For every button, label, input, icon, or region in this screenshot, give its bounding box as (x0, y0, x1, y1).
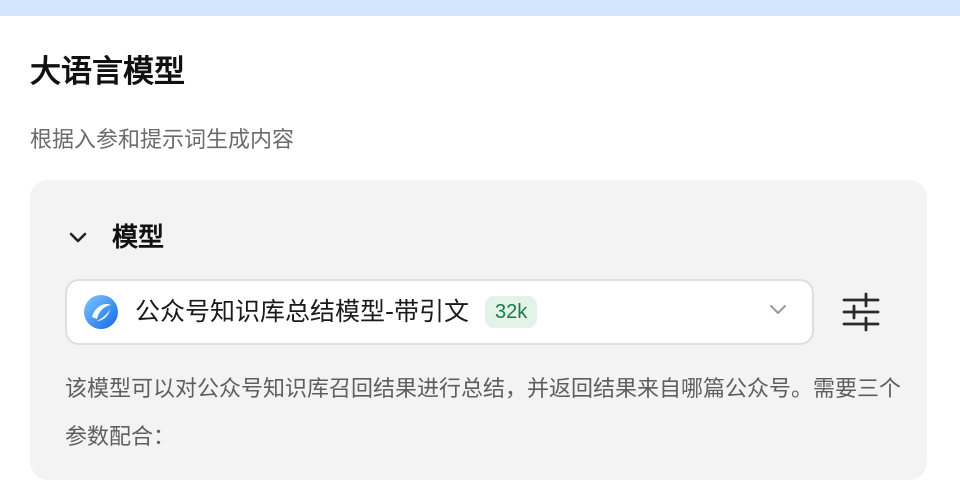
model-description: 该模型可以对公众号知识库召回结果进行总结，并返回结果来自哪篇公众号。需要三个参数… (65, 377, 902, 450)
page-title: 大语言模型 (30, 54, 185, 90)
model-select[interactable]: 公众号知识库总结模型-带引文 32k (65, 279, 814, 345)
model-logo-icon (84, 295, 118, 329)
page-subtitle: 根据入参和提示词生成内容 (30, 128, 295, 153)
model-section-panel: 模型 公众号知识库总结模型-带引文 32k 该模型可以对公众号知识库召回结果进行… (30, 180, 927, 480)
context-length-badge: 32k (485, 296, 538, 328)
sliders-icon[interactable] (840, 291, 882, 333)
model-section-title: 模型 (112, 223, 165, 253)
model-name: 公众号知识库总结模型-带引文 (135, 297, 470, 326)
chevron-down-icon[interactable] (768, 303, 788, 317)
model-settings-button[interactable] (840, 291, 882, 333)
chevron-down-icon[interactable] (68, 231, 88, 245)
model-section-header[interactable]: 模型 (68, 220, 164, 256)
top-strip (0, 0, 960, 16)
